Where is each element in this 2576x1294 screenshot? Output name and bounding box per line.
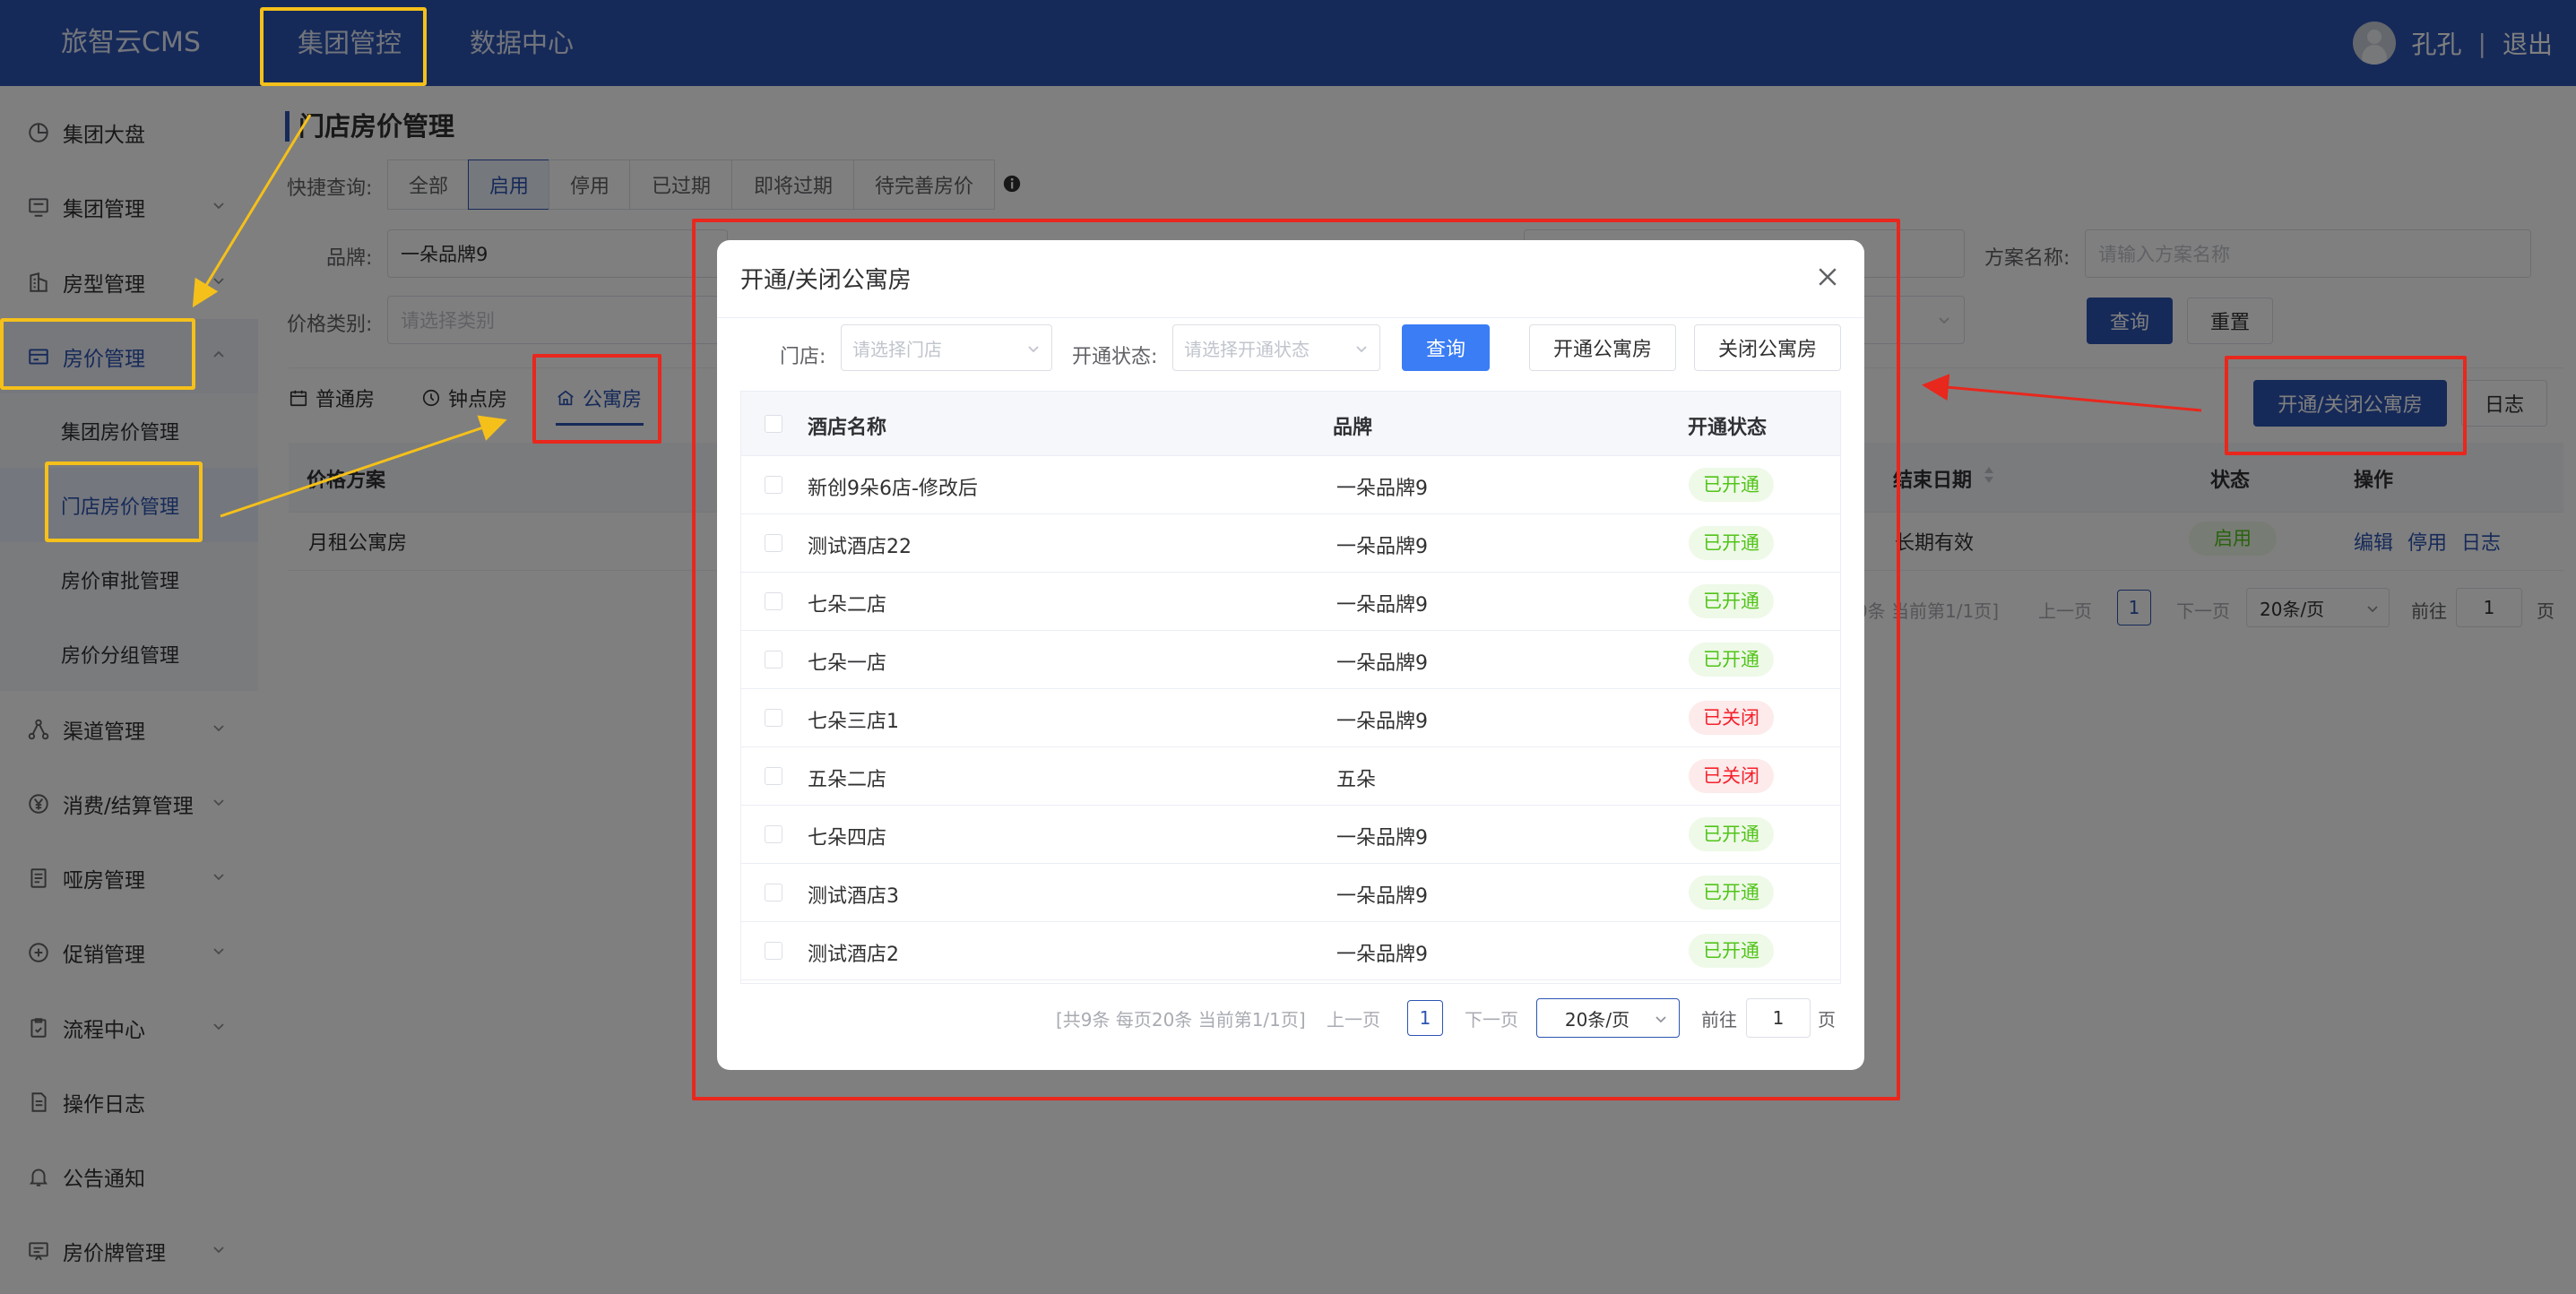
highlight-box-group-control [260, 7, 427, 86]
highlight-box-toggle-button [2225, 356, 2467, 455]
highlight-box-dialog [692, 219, 1900, 1100]
highlight-box-room-price [0, 318, 195, 390]
highlight-box-store-price [45, 462, 203, 542]
highlight-box-apartment-tab [532, 354, 661, 444]
